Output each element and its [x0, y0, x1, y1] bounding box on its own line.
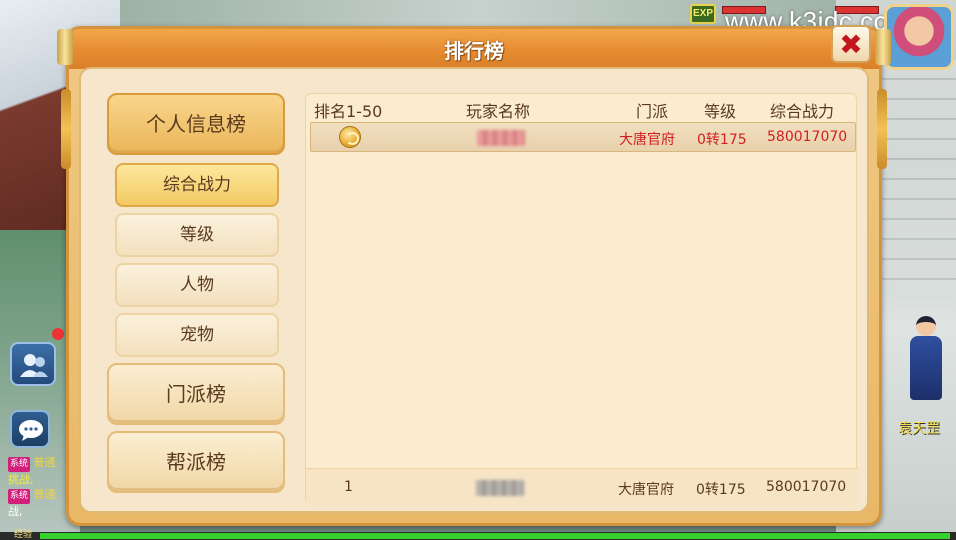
exp-label: 经验 [14, 530, 33, 540]
player-avatar[interactable] [884, 4, 954, 70]
friends-button[interactable] [10, 342, 56, 386]
player-name-blurred [477, 130, 525, 146]
category-sect-button[interactable]: 门派榜 [107, 363, 285, 425]
sub-tab-character[interactable]: 人物 [115, 263, 279, 307]
exp-badge-icon[interactable]: EXP [690, 4, 716, 24]
chat-tag: 系统 [8, 489, 31, 504]
stone-wall [876, 60, 956, 290]
my-power: 580017070 [766, 479, 847, 495]
my-level: 0转175 [696, 482, 746, 498]
notification-dot-icon [52, 328, 64, 340]
row-level: 0转175 [697, 132, 747, 148]
my-rank: 1 [344, 479, 353, 495]
header-power: 综合战力 [770, 102, 835, 121]
header-player-name: 玩家名称 [466, 102, 531, 121]
window-title: 排行榜 [444, 39, 504, 63]
sub-tab-pet[interactable]: 宠物 [115, 313, 279, 357]
tassel-right [877, 89, 887, 169]
scroll-ornament-right [875, 29, 891, 65]
row-power: 580017070 [767, 129, 848, 145]
table-row[interactable]: 大唐官府 0转175 580017070 [310, 122, 856, 152]
header-level: 等级 [704, 102, 737, 121]
my-ranking-row: 1 大唐官府 0转175 580017070 [306, 468, 858, 506]
my-sect: 大唐官府 [618, 482, 674, 498]
close-button[interactable]: ✖ [831, 25, 871, 63]
exp-progress-fill [40, 533, 950, 539]
npc-character[interactable] [902, 312, 950, 404]
chat-text: 战, [8, 505, 23, 518]
row-sect: 大唐官府 [619, 132, 675, 148]
leaderboard-window: 排行榜 ✖ 个人信息榜 综合战力 等级 人物 宠物 门派榜 帮派榜 排名1-50… [57, 25, 891, 526]
scroll-ornament-left [57, 29, 73, 65]
table-header: 排名1-50 玩家名称 门派 等级 综合战力 [306, 94, 858, 122]
chat-bubble-icon [19, 420, 43, 441]
ranking-table: 排名1-50 玩家名称 门派 等级 综合战力 大唐官府 0转175 580017… [305, 93, 858, 506]
chat-button[interactable] [10, 410, 50, 448]
npc-head [916, 316, 936, 336]
chat-channel: 普通 [33, 488, 56, 501]
sub-tab-power[interactable]: 综合战力 [115, 163, 279, 207]
header-sect: 门派 [636, 102, 669, 121]
chat-channel: 普通 [33, 456, 56, 469]
my-name-blurred [476, 480, 524, 496]
close-icon: ✖ [839, 28, 863, 61]
category-personal-button[interactable]: 个人信息榜 [107, 93, 285, 155]
header-rank: 排名1-50 [314, 102, 383, 121]
chat-tag: 系统 [8, 457, 31, 472]
npc-name: 袁天罡 [898, 421, 940, 437]
tassel-left [61, 89, 71, 169]
chat-text: 挑战, [8, 473, 34, 486]
sub-tab-level[interactable]: 等级 [115, 213, 279, 257]
friends-icon [20, 354, 48, 377]
window-titlebar: 排行榜 [69, 29, 879, 69]
npc-body [910, 336, 942, 400]
gold-medal-icon [339, 126, 361, 148]
category-guild-button[interactable]: 帮派榜 [107, 431, 285, 493]
